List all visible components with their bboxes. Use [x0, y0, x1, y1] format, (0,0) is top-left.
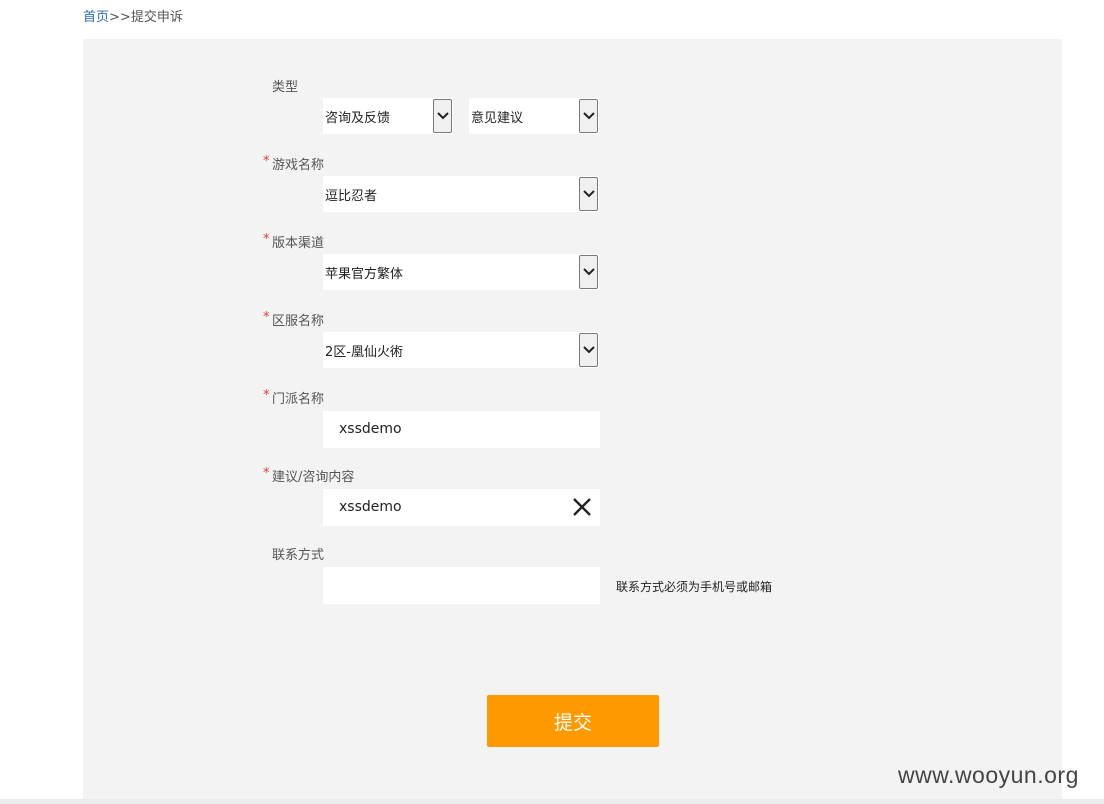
- type-category-select[interactable]: 咨询及反馈: [323, 98, 453, 134]
- content-input[interactable]: xssdemo: [323, 489, 600, 526]
- type-subcategory-value: 意见建议: [471, 111, 524, 126]
- faction-label-text: 门派名称: [272, 392, 325, 407]
- server-value: 2区-凰仙火術: [325, 345, 403, 360]
- faction-value: xssdemo: [339, 421, 402, 437]
- type-category-value: 咨询及反馈: [325, 111, 391, 126]
- submit-button[interactable]: 提交: [487, 695, 659, 747]
- channel-label-text: 版本渠道: [272, 236, 325, 251]
- server-label-text: 区服名称: [272, 314, 325, 329]
- contact-hint: 联系方式必须为手机号或邮箱: [616, 580, 773, 594]
- game-label: * 游戏名称: [263, 154, 325, 173]
- required-mark: *: [263, 232, 270, 247]
- appeal-form-panel: 类型 咨询及反馈 意见建议 * 游戏名称 逗比忍者 * 版本渠道 苹果官方繁体 …: [83, 39, 1062, 804]
- faction-label: * 门派名称: [263, 388, 325, 407]
- type-subcategory-select[interactable]: 意见建议: [469, 98, 599, 134]
- type-label-text: 类型: [272, 80, 299, 95]
- required-mark: *: [263, 154, 270, 169]
- channel-label: * 版本渠道: [263, 232, 325, 251]
- server-label: * 区服名称: [263, 310, 325, 329]
- chevron-down-icon: [433, 99, 452, 133]
- faction-input[interactable]: xssdemo: [323, 411, 600, 448]
- contact-input[interactable]: [323, 567, 600, 604]
- required-mark: *: [263, 310, 270, 325]
- server-select[interactable]: 2区-凰仙火術: [323, 332, 599, 368]
- chevron-down-icon: [579, 333, 598, 367]
- required-mark: *: [263, 388, 270, 403]
- breadcrumb-current: 提交申诉: [130, 10, 183, 25]
- breadcrumb-home-link[interactable]: 首页: [83, 10, 109, 25]
- content-label-text: 建议/咨询内容: [272, 470, 355, 485]
- breadcrumb: 首页>>提交申诉: [83, 6, 183, 25]
- bottom-divider: [0, 799, 1104, 804]
- chevron-down-icon: [579, 255, 598, 289]
- contact-label-text: 联系方式: [272, 548, 325, 563]
- close-icon[interactable]: [572, 497, 592, 517]
- game-label-text: 游戏名称: [272, 158, 325, 173]
- channel-select[interactable]: 苹果官方繁体: [323, 254, 599, 290]
- required-mark: *: [263, 466, 270, 481]
- channel-value: 苹果官方繁体: [325, 267, 404, 282]
- contact-label: 联系方式: [272, 544, 324, 563]
- game-value: 逗比忍者: [325, 189, 378, 204]
- game-select[interactable]: 逗比忍者: [323, 176, 599, 212]
- watermark: www.wooyun.org: [898, 762, 1079, 788]
- chevron-down-icon: [579, 99, 598, 133]
- type-label: 类型: [272, 76, 298, 95]
- content-value: xssdemo: [339, 499, 402, 515]
- chevron-down-icon: [579, 177, 598, 211]
- breadcrumb-separator: >>: [109, 10, 131, 25]
- content-label: * 建议/咨询内容: [263, 466, 355, 485]
